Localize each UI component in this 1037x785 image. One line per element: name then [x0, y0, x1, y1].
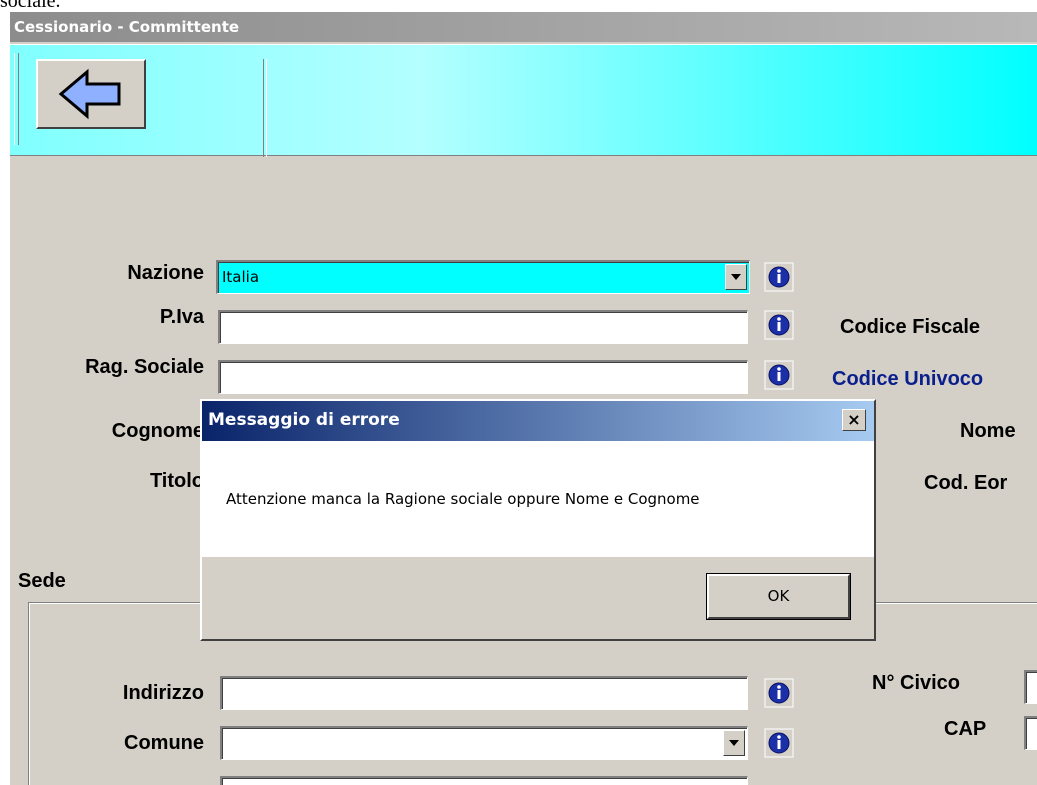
cod-eori-label: Cod. Eor [924, 472, 1008, 494]
piva-label: P.Iva [159, 306, 204, 328]
dialog-message: Attenzione manca la Ragione sociale oppu… [226, 490, 700, 508]
codice-fiscale-label: Codice Fiscale [840, 316, 981, 338]
window-titlebar[interactable]: Cessionario - Committente [10, 12, 1037, 42]
comune-dropdown-button[interactable] [723, 730, 745, 756]
indirizzo-label: Indirizzo [122, 682, 204, 704]
back-arrow-icon [58, 68, 121, 120]
chevron-down-icon [729, 740, 739, 746]
codice-univoco-label: Codice Univoco [832, 368, 984, 390]
cognome-label: Cognome [111, 420, 204, 442]
back-button[interactable] [36, 59, 146, 129]
next-row-input[interactable] [220, 776, 748, 785]
comune-select[interactable] [220, 726, 748, 760]
close-button[interactable]: × [842, 409, 866, 431]
nazione-dropdown-button[interactable] [725, 264, 747, 290]
ok-button[interactable]: OK [706, 573, 851, 620]
toolbar-grip[interactable] [14, 53, 19, 145]
civico-label: N° Civico [872, 672, 961, 694]
sede-label: Sede [18, 570, 66, 592]
error-dialog: Messaggio di errore × Attenzione manca l… [200, 399, 876, 641]
cap-input[interactable] [1024, 716, 1037, 750]
close-icon: × [847, 410, 861, 429]
window-title: Cessionario - Committente [14, 18, 240, 36]
titolo-label: Titolo [149, 470, 204, 492]
dialog-body: Attenzione manca la Ragione sociale oppu… [202, 441, 874, 557]
info-icon[interactable] [764, 678, 794, 708]
rag-sociale-label: Rag. Sociale [85, 356, 204, 378]
info-icon[interactable] [764, 728, 794, 758]
toolbar [10, 44, 1037, 157]
toolbar-separator [263, 59, 267, 157]
dialog-titlebar[interactable]: Messaggio di errore × [202, 401, 874, 441]
nome-label: Nome [960, 420, 1016, 442]
piva-input[interactable] [218, 310, 748, 344]
indirizzo-input[interactable] [220, 676, 748, 710]
dialog-title: Messaggio di errore [208, 410, 400, 430]
info-icon[interactable] [764, 262, 794, 292]
cap-label: CAP [944, 718, 987, 740]
chevron-down-icon [731, 274, 741, 280]
nazione-select[interactable]: Italia [216, 260, 750, 294]
info-icon[interactable] [764, 360, 794, 390]
comune-label: Comune [124, 732, 204, 754]
nazione-label: Nazione [127, 262, 204, 284]
rag-sociale-input[interactable] [218, 360, 748, 394]
info-icon[interactable] [764, 310, 794, 340]
civico-input[interactable] [1024, 670, 1037, 704]
nazione-value: Italia [222, 268, 260, 286]
